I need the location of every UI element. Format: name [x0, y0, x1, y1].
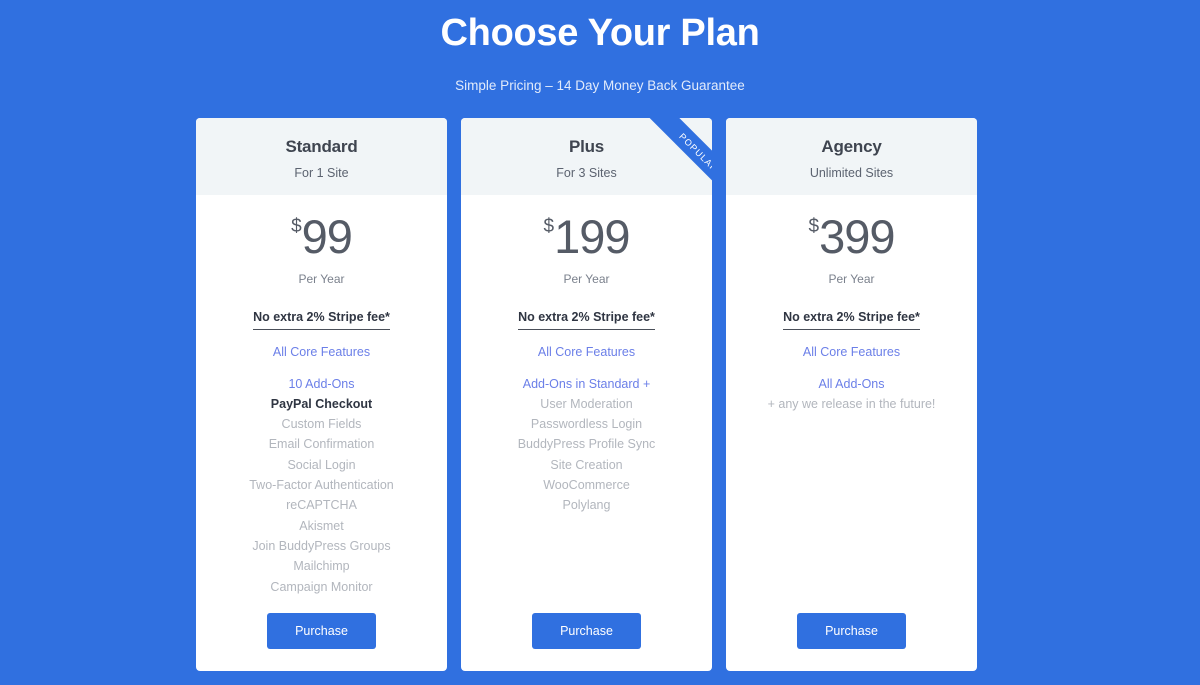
pricing-card-agency[interactable]: Agency Unlimited Sites $399 Per Year No …	[726, 118, 977, 671]
card-header-agency: Agency Unlimited Sites	[726, 118, 977, 195]
price-period: Per Year	[563, 272, 610, 286]
price-amount: 199	[554, 210, 630, 263]
plan-sites: Unlimited Sites	[809, 166, 894, 180]
price-period: Per Year	[298, 272, 345, 286]
list-item: Social Login	[287, 457, 356, 472]
pricing-card-standard[interactable]: Standard For 1 Site $99 Per Year No extr…	[196, 118, 447, 671]
pricing-cards: Standard For 1 Site $99 Per Year No extr…	[196, 118, 977, 671]
list-item: PayPal Checkout	[270, 396, 373, 411]
list-item[interactable]: All Core Features	[726, 342, 977, 362]
card-header-standard: Standard For 1 Site	[196, 118, 447, 195]
stripe-fee-note: No extra 2% Stripe fee*	[461, 307, 712, 342]
page-subtitle: Simple Pricing – 14 Day Money Back Guara…	[455, 78, 745, 93]
list-item[interactable]: All Core Features	[461, 342, 712, 362]
plan-price: $99	[196, 213, 447, 260]
list-item: WooCommerce	[543, 478, 630, 493]
purchase-wrap-agency: Purchase	[726, 613, 977, 649]
list-item: reCAPTCHA	[286, 498, 357, 513]
list-item: + any we release in the future!	[767, 396, 936, 411]
card-header-plus: Plus For 3 Sites	[461, 118, 712, 195]
purchase-button[interactable]: Purchase	[797, 613, 906, 649]
plan-name: Standard	[285, 137, 358, 156]
price-amount: 99	[301, 210, 353, 263]
purchase-wrap-plus: Purchase	[461, 613, 712, 649]
price-amount: 399	[819, 210, 895, 263]
list-item: Join BuddyPress Groups	[252, 538, 391, 553]
purchase-button[interactable]: Purchase	[267, 613, 376, 649]
list-item: BuddyPress Profile Sync	[517, 437, 656, 452]
pricing-page: Choose Your Plan Simple Pricing – 14 Day…	[0, 0, 1200, 685]
price-currency: $	[543, 216, 555, 237]
feature-list-plus: No extra 2% Stripe fee* All Core Feature…	[461, 307, 712, 516]
list-item: Email Confirmation	[268, 437, 375, 452]
stripe-fee-label: No extra 2% Stripe fee*	[253, 307, 390, 331]
stripe-fee-label: No extra 2% Stripe fee*	[518, 307, 655, 331]
list-item[interactable]: All Add-Ons	[726, 374, 977, 394]
price-block-agency: $399 Per Year	[726, 195, 977, 286]
purchase-button[interactable]: Purchase	[532, 613, 641, 649]
plan-name: Agency	[821, 137, 882, 156]
price-block-standard: $99 Per Year	[196, 195, 447, 286]
list-item: Campaign Monitor	[270, 579, 373, 594]
feature-list-agency: No extra 2% Stripe fee* All Core Feature…	[726, 307, 977, 414]
plan-price: $199	[461, 213, 712, 260]
price-period: Per Year	[828, 272, 875, 286]
stripe-fee-note: No extra 2% Stripe fee*	[726, 307, 977, 342]
list-item: User Moderation	[540, 396, 633, 411]
list-item[interactable]: Add-Ons in Standard +	[461, 374, 712, 394]
plan-sites: For 3 Sites	[556, 166, 617, 180]
plan-name: Plus	[568, 137, 605, 156]
plan-price: $399	[726, 213, 977, 260]
list-item: Passwordless Login	[530, 417, 643, 432]
feature-list-standard: No extra 2% Stripe fee* All Core Feature…	[196, 307, 447, 597]
stripe-fee-note: No extra 2% Stripe fee*	[196, 307, 447, 342]
list-item: Two-Factor Authentication	[249, 478, 394, 493]
list-item: Custom Fields	[281, 417, 362, 432]
purchase-wrap-standard: Purchase	[196, 613, 447, 649]
list-item: Site Creation	[550, 457, 623, 472]
list-item[interactable]: All Core Features	[196, 342, 447, 362]
pricing-card-plus[interactable]: Plus For 3 Sites POPULAR $199 Per Year N…	[461, 118, 712, 671]
price-currency: $	[291, 216, 302, 237]
list-item: Polylang	[562, 498, 611, 513]
list-item: Akismet	[299, 518, 344, 533]
page-title: Choose Your Plan	[440, 12, 760, 54]
list-item: Mailchimp	[293, 559, 350, 574]
plan-sites: For 1 Site	[294, 166, 349, 180]
price-block-plus: $199 Per Year	[461, 195, 712, 286]
stripe-fee-label: No extra 2% Stripe fee*	[783, 307, 920, 331]
price-currency: $	[808, 216, 820, 237]
list-item[interactable]: 10 Add-Ons	[196, 374, 447, 394]
